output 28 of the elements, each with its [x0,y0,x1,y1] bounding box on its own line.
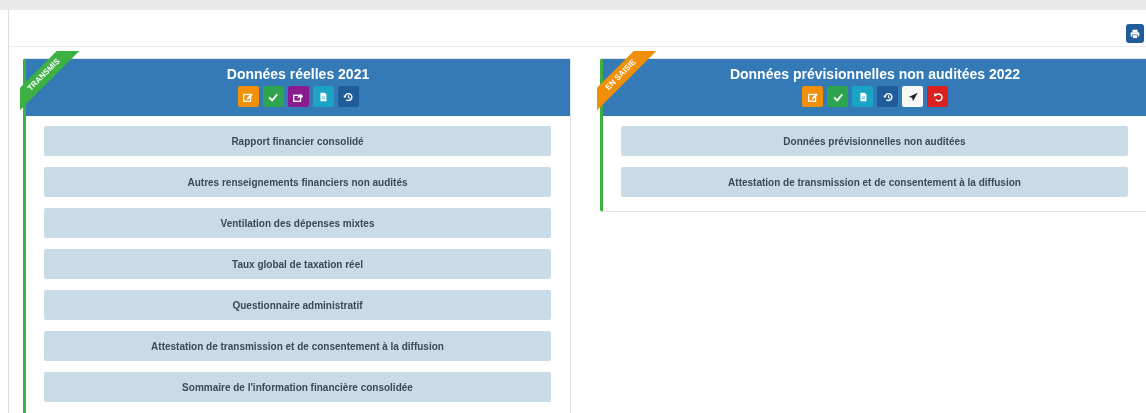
form-link-button[interactable]: Autres renseignements financiers non audités [44,167,551,197]
history-button[interactable] [337,86,359,107]
form-link-button[interactable]: Attestation de transmission et de consentement à la diffusion [621,167,1128,197]
export-button[interactable] [287,86,309,107]
document-button[interactable] [852,86,873,107]
edit-button[interactable] [237,86,259,107]
form-link-button[interactable]: Attestation de transmission et de consentement à la diffusion [44,331,551,361]
print-icon [1129,27,1141,40]
edit-button[interactable] [802,86,823,107]
form-link-button[interactable]: Taux global de taxation réel [44,249,551,279]
undo-icon [931,90,944,103]
revert-button[interactable] [927,86,948,107]
document-icon [317,90,329,103]
history-icon [342,90,354,103]
print-button[interactable] [1126,24,1144,43]
document-button[interactable] [312,86,334,107]
validate-button[interactable] [827,86,848,107]
send-button[interactable] [902,86,923,107]
form-link-button[interactable]: Questionnaire administratif [44,290,551,320]
form-link-button[interactable]: Rapport financier consolidé [44,126,551,156]
form-link-button[interactable]: Sommaire de l'information financière consolidée [44,372,551,402]
history-button[interactable] [877,86,898,107]
card-title: Données prévisionnelles non auditées 2022 [729,65,1021,83]
history-icon [881,90,894,103]
validate-button[interactable] [262,86,284,107]
form-link-button[interactable]: Ventilation des dépenses mixtes [44,208,551,238]
card-title: Données réelles 2021 [226,65,370,83]
form-link-button[interactable]: Données prévisionnelles non auditées [621,126,1128,156]
